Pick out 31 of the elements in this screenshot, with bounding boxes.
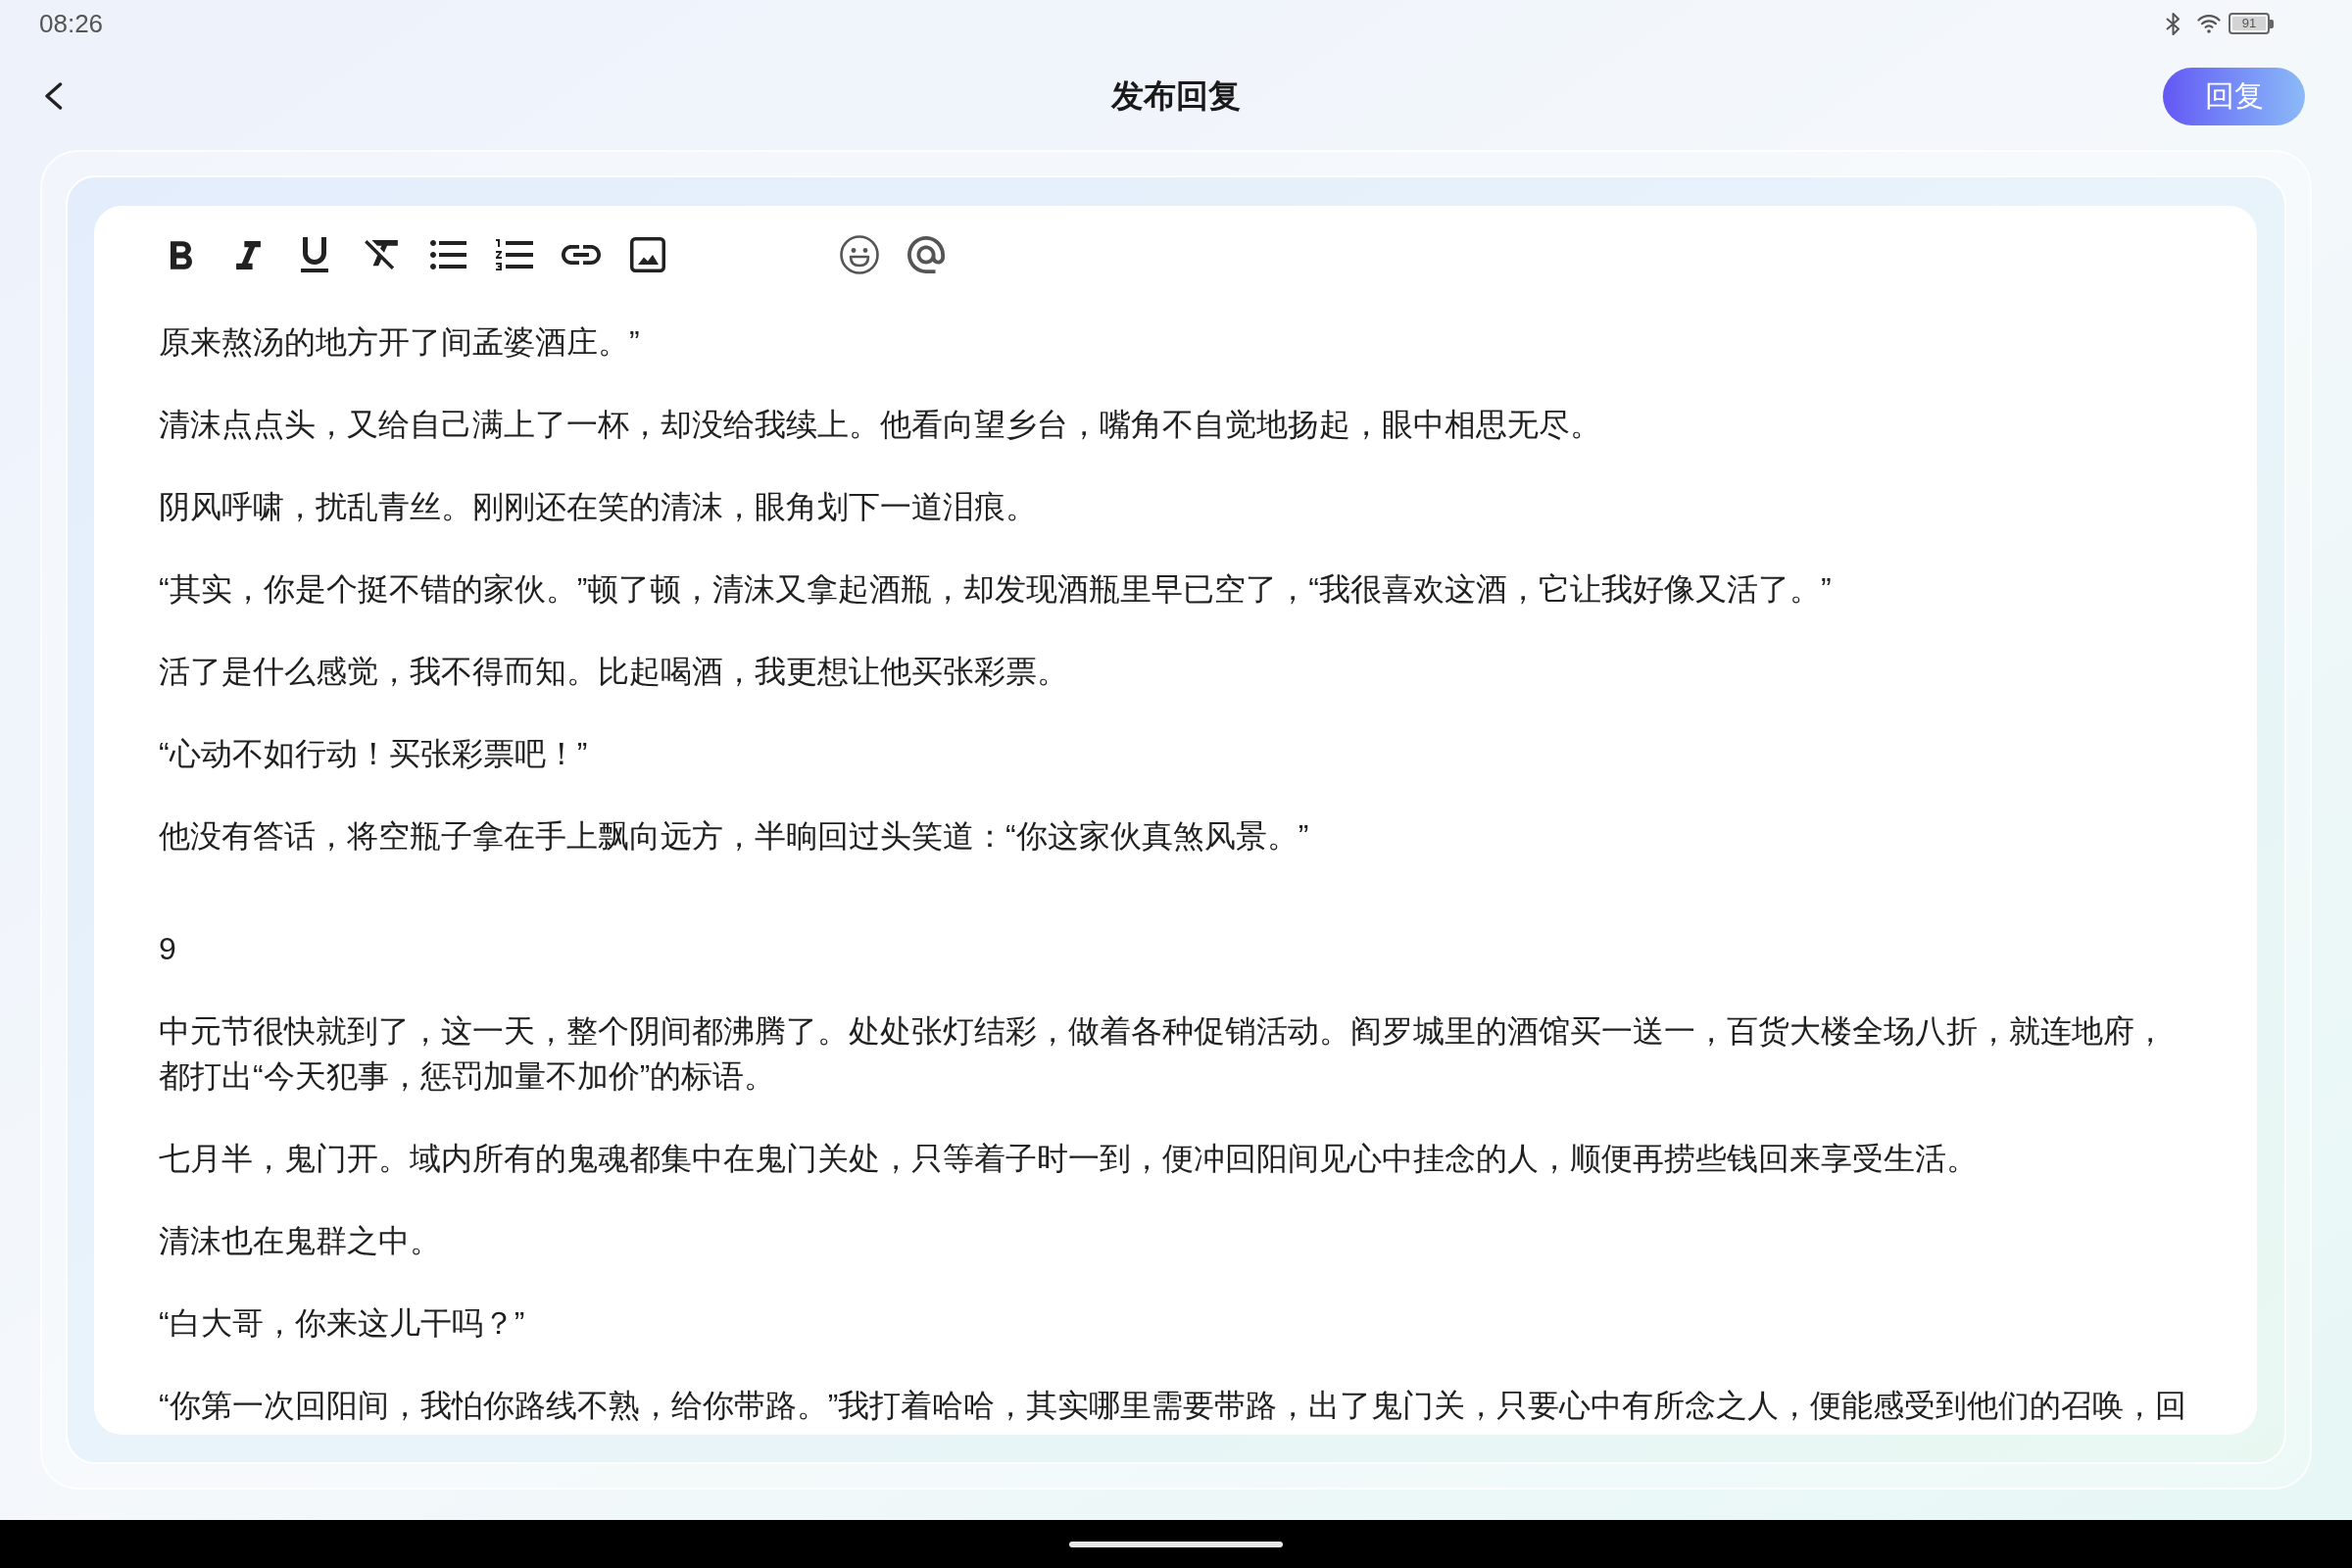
paragraph-text: “心动不如行动！买张彩票吧！” bbox=[159, 735, 588, 773]
paragraph-text: 中元节很快就到了，这一天，整个阴间都沸腾了。处处张灯结彩，做着各种促销活动。阎罗城里的酒馆买一送一，百货大楼全场八折，就连地府，都打出“今天犯事，惩罚加量不加价”的标语。 bbox=[159, 1012, 2167, 1096]
paragraph-text: 清沫也在鬼群之中。 bbox=[159, 1222, 441, 1260]
underline-icon[interactable] bbox=[301, 237, 328, 272]
page-title: 发布回复 bbox=[1111, 76, 1241, 116]
paragraph-text: “白大哥，你来这儿干吗？” bbox=[159, 1304, 525, 1343]
paragraph-text: “其实，你是个挺不错的家伙。”顿了顿，清沫又拿起酒瓶，却发现酒瓶里早已空了，“我很喜欢这酒，它让我好像又活了。” bbox=[159, 570, 1832, 609]
image-icon[interactable] bbox=[630, 237, 665, 272]
paragraph-text: 他没有答话，将空瓶子拿在手上飘向远方，半晌回过头笑道：“你这家伙真煞风景。” bbox=[159, 817, 1309, 856]
wifi-icon bbox=[2197, 14, 2221, 33]
section-number: 9 bbox=[159, 930, 176, 968]
numbered-list-icon[interactable] bbox=[496, 239, 533, 270]
italic-icon[interactable] bbox=[235, 240, 261, 270]
paragraph-text: 阴风呼啸，扰乱青丝。刚刚还在笑的清沫，眼角划下一道泪痕。 bbox=[159, 488, 1037, 526]
bluetooth-icon bbox=[2166, 12, 2180, 35]
emoji-icon[interactable] bbox=[840, 235, 879, 274]
paragraph-text: 活了是什么感觉，我不得而知。比起喝酒，我更想让他买张彩票。 bbox=[159, 653, 1068, 691]
status-time: 08:26 bbox=[39, 9, 104, 38]
paragraph-text: 七月半，鬼门开。域内所有的鬼魂都集中在鬼门关处，只等着子时一到，便冲回阳间见心中挂念的人，顺便再捞些钱回来享受生活。 bbox=[159, 1140, 1978, 1178]
clear-format-icon[interactable] bbox=[365, 240, 398, 270]
paragraph-text: “你第一次回阳间，我怕你路线不熟，给你带路。”我打着哈哈，其实哪里需要带路，出了鬼门关，只要心中有所念之人，便能感受到他们的召唤，回 bbox=[159, 1387, 2187, 1425]
back-icon bbox=[43, 82, 63, 110]
link-icon[interactable] bbox=[562, 245, 601, 265]
battery-percentage: 91 bbox=[2241, 17, 2257, 30]
paragraph-text: 原来熬汤的地方开了间孟婆酒庄。” bbox=[159, 323, 640, 362]
bulleted-list-icon[interactable] bbox=[429, 240, 466, 270]
mention-icon[interactable] bbox=[907, 236, 945, 273]
bold-icon[interactable] bbox=[171, 240, 192, 270]
paragraph-text: 清沫点点头，又给自己满上了一杯，却没给我续上。他看向望乡台，嘴角不自觉地扬起，眼中相思无尽。 bbox=[159, 406, 1601, 444]
reply-button[interactable]: 回复 bbox=[2163, 67, 2305, 125]
home-indicator[interactable] bbox=[1069, 1541, 1283, 1547]
